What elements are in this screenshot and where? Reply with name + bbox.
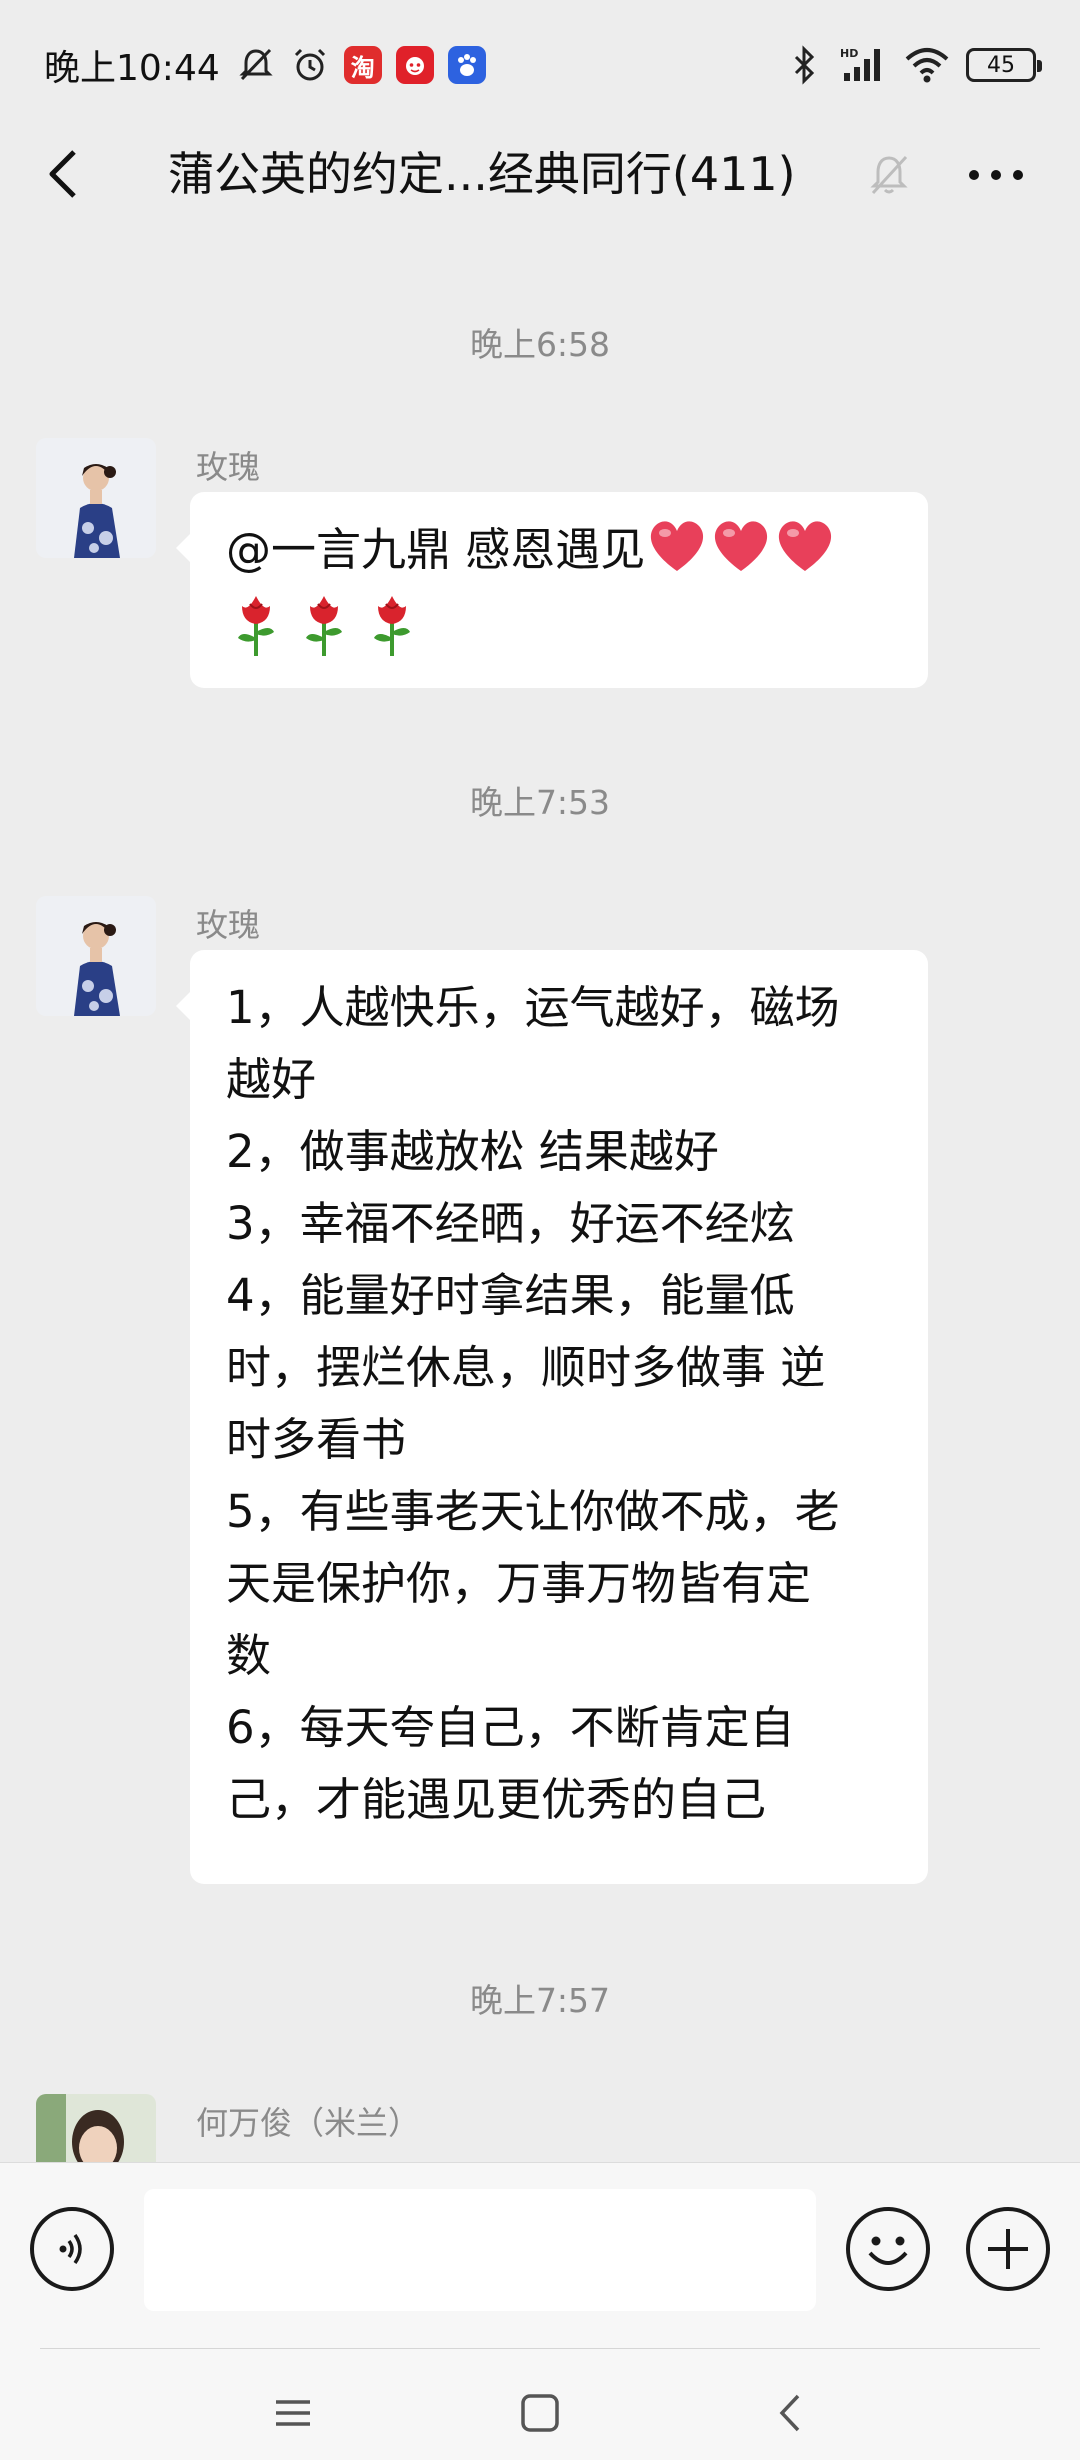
back-chevron-icon[interactable] (766, 2388, 816, 2438)
system-nav-bar (0, 2348, 1080, 2460)
chat-title[interactable]: 蒲公英的约定...经典同行(411) (168, 130, 796, 218)
message-timestamp: 晚上7:57 (469, 1981, 611, 2020)
divider (40, 2348, 1040, 2349)
message-line: 时，摆烂休息，顺时多做事 逆 (226, 1341, 826, 1394)
avatar[interactable] (36, 438, 156, 558)
heart-emoji-icon (773, 517, 837, 575)
rose-emoji-row (226, 586, 894, 658)
message-line: 时多看书 (226, 1413, 407, 1466)
heart-emoji-icon (709, 517, 773, 575)
status-bar: 晚上10:44 淘 HD 45 (0, 0, 1080, 130)
alarm-icon (290, 45, 330, 85)
sender-name: 玫瑰 (196, 448, 261, 486)
voice-icon[interactable] (30, 2207, 114, 2291)
status-icons-left: 淘 (236, 45, 486, 85)
avatar[interactable] (36, 2094, 156, 2162)
home-square-icon[interactable] (515, 2388, 565, 2438)
message-line: 越好 (226, 1053, 317, 1106)
message-text: @一言九鼎 感恩遇见 (226, 523, 646, 576)
emoji-face-icon[interactable] (846, 2207, 930, 2291)
battery-icon: 45 (966, 48, 1042, 82)
more-icon[interactable] (964, 152, 1028, 198)
muted-bell-icon (866, 152, 912, 198)
taobao-app-icon: 淘 (343, 46, 382, 84)
mute-bell-icon (236, 45, 276, 85)
message-input[interactable] (144, 2189, 816, 2311)
message-line: 2，做事越放松 结果越好 (226, 1125, 719, 1178)
svg-text:HD: HD (840, 47, 858, 60)
rose-emoji-icon (362, 592, 422, 658)
chat-header: 蒲公英的约定...经典同行(411) (0, 130, 1080, 218)
plus-icon[interactable] (966, 2207, 1050, 2291)
input-bar (0, 2162, 1080, 2348)
status-time: 晚上10:44 (44, 48, 220, 89)
message-bubble[interactable]: @一言九鼎 感恩遇见 (176, 492, 928, 688)
bluetooth-icon (784, 45, 824, 85)
message-timestamp: 晚上7:53 (469, 783, 611, 822)
heart-emoji-icon (645, 517, 709, 575)
message-line: 1，人越快乐，运气越好，磁场 (226, 981, 840, 1034)
signal-hd-icon: HD (838, 45, 888, 85)
message-line: 6，每天夸自己，不断肯定自 (226, 1701, 795, 1754)
sender-name: 何万俊（米兰） (196, 2104, 421, 2142)
message-line: 天是保护你，万事万物皆有定 (226, 1557, 812, 1610)
message-line: 3，幸福不经晒，好运不经炫 (226, 1197, 795, 1250)
wifi-icon (902, 45, 952, 85)
back-icon[interactable] (40, 148, 90, 200)
message-text-line: @一言九鼎 感恩遇见 (226, 514, 894, 586)
message-line: 数 (226, 1629, 272, 1682)
message-line: 4，能量好时拿结果，能量低 (226, 1269, 795, 1322)
baidu-app-icon (447, 46, 486, 84)
message-line: 己，才能遇见更优秀的自己 (226, 1773, 767, 1826)
message-timestamp: 晚上6:58 (469, 325, 611, 364)
status-icons-right: HD 45 (784, 45, 1042, 85)
rose-emoji-icon (226, 592, 286, 658)
message-line: 5，有些事老天让你做不成，老 (226, 1485, 840, 1538)
avatar[interactable] (36, 896, 156, 1016)
menu-icon[interactable] (268, 2388, 318, 2438)
message-bubble[interactable]: 1，人越快乐，运气越好，磁场 越好 2，做事越放松 结果越好 3，幸福不经晒，好… (176, 950, 928, 1884)
sender-name: 玫瑰 (196, 906, 261, 944)
rose-emoji-icon (294, 592, 354, 658)
pinduoduo-app-icon (395, 46, 434, 84)
